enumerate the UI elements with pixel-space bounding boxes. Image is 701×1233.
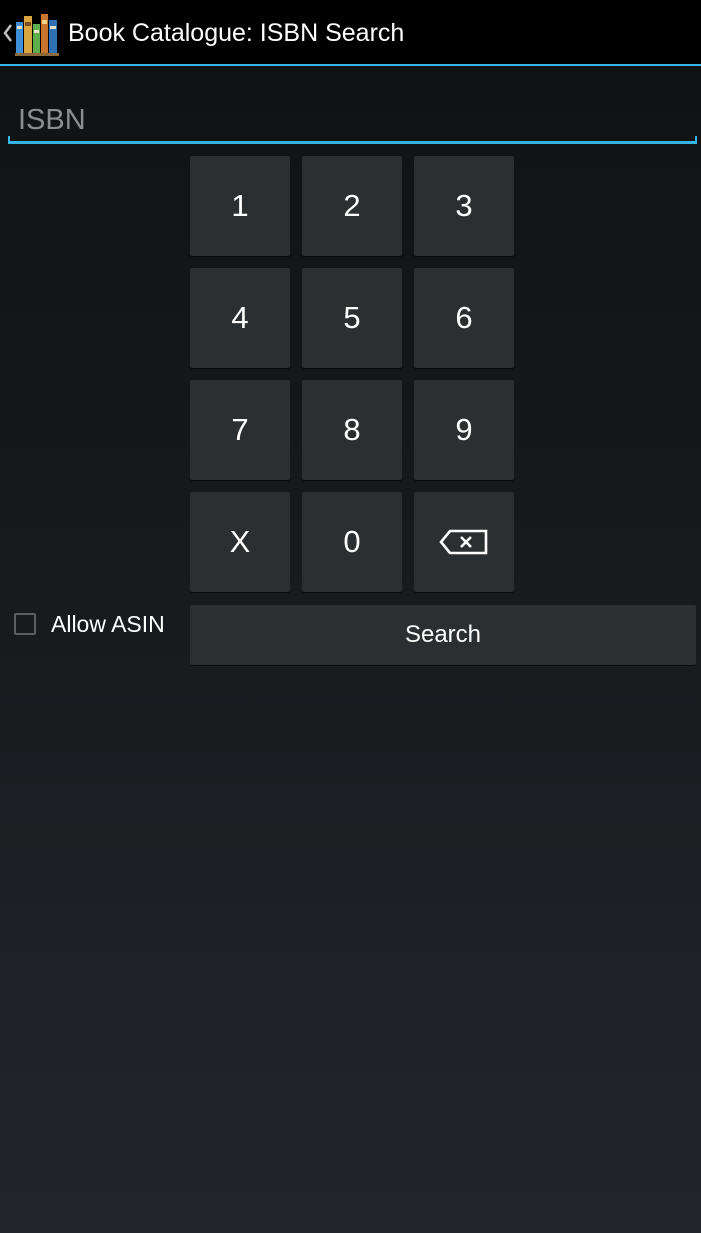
key-0-button[interactable]: 0 — [302, 492, 402, 592]
key-5-button[interactable]: 5 — [302, 268, 402, 368]
numeric-keypad: 1 2 3 4 5 6 7 8 9 X 0 — [190, 156, 516, 594]
allow-asin-label: Allow ASIN — [51, 610, 165, 637]
backspace-icon — [439, 529, 488, 555]
backspace-button[interactable] — [414, 492, 514, 592]
key-3-button[interactable]: 3 — [414, 156, 514, 256]
key-1-button[interactable]: 1 — [190, 156, 290, 256]
isbn-input-underline — [8, 136, 697, 144]
isbn-field[interactable] — [8, 88, 697, 144]
checkbox-box[interactable] — [14, 613, 36, 635]
key-x-button[interactable]: X — [190, 492, 290, 592]
key-4-button[interactable]: 4 — [190, 268, 290, 368]
key-7-button[interactable]: 7 — [190, 380, 290, 480]
bookshelf-icon[interactable] — [14, 10, 60, 56]
key-9-button[interactable]: 9 — [414, 380, 514, 480]
key-2-button[interactable]: 2 — [302, 156, 402, 256]
page-title: Book Catalogue: ISBN Search — [68, 19, 405, 47]
action-bar: Book Catalogue: ISBN Search — [0, 0, 701, 66]
allow-asin-checkbox[interactable]: Allow ASIN — [14, 608, 165, 640]
isbn-input[interactable] — [8, 88, 697, 142]
search-button[interactable]: Search — [190, 605, 696, 665]
key-8-button[interactable]: 8 — [302, 380, 402, 480]
key-6-button[interactable]: 6 — [414, 268, 514, 368]
chevron-left-icon[interactable] — [2, 22, 14, 44]
